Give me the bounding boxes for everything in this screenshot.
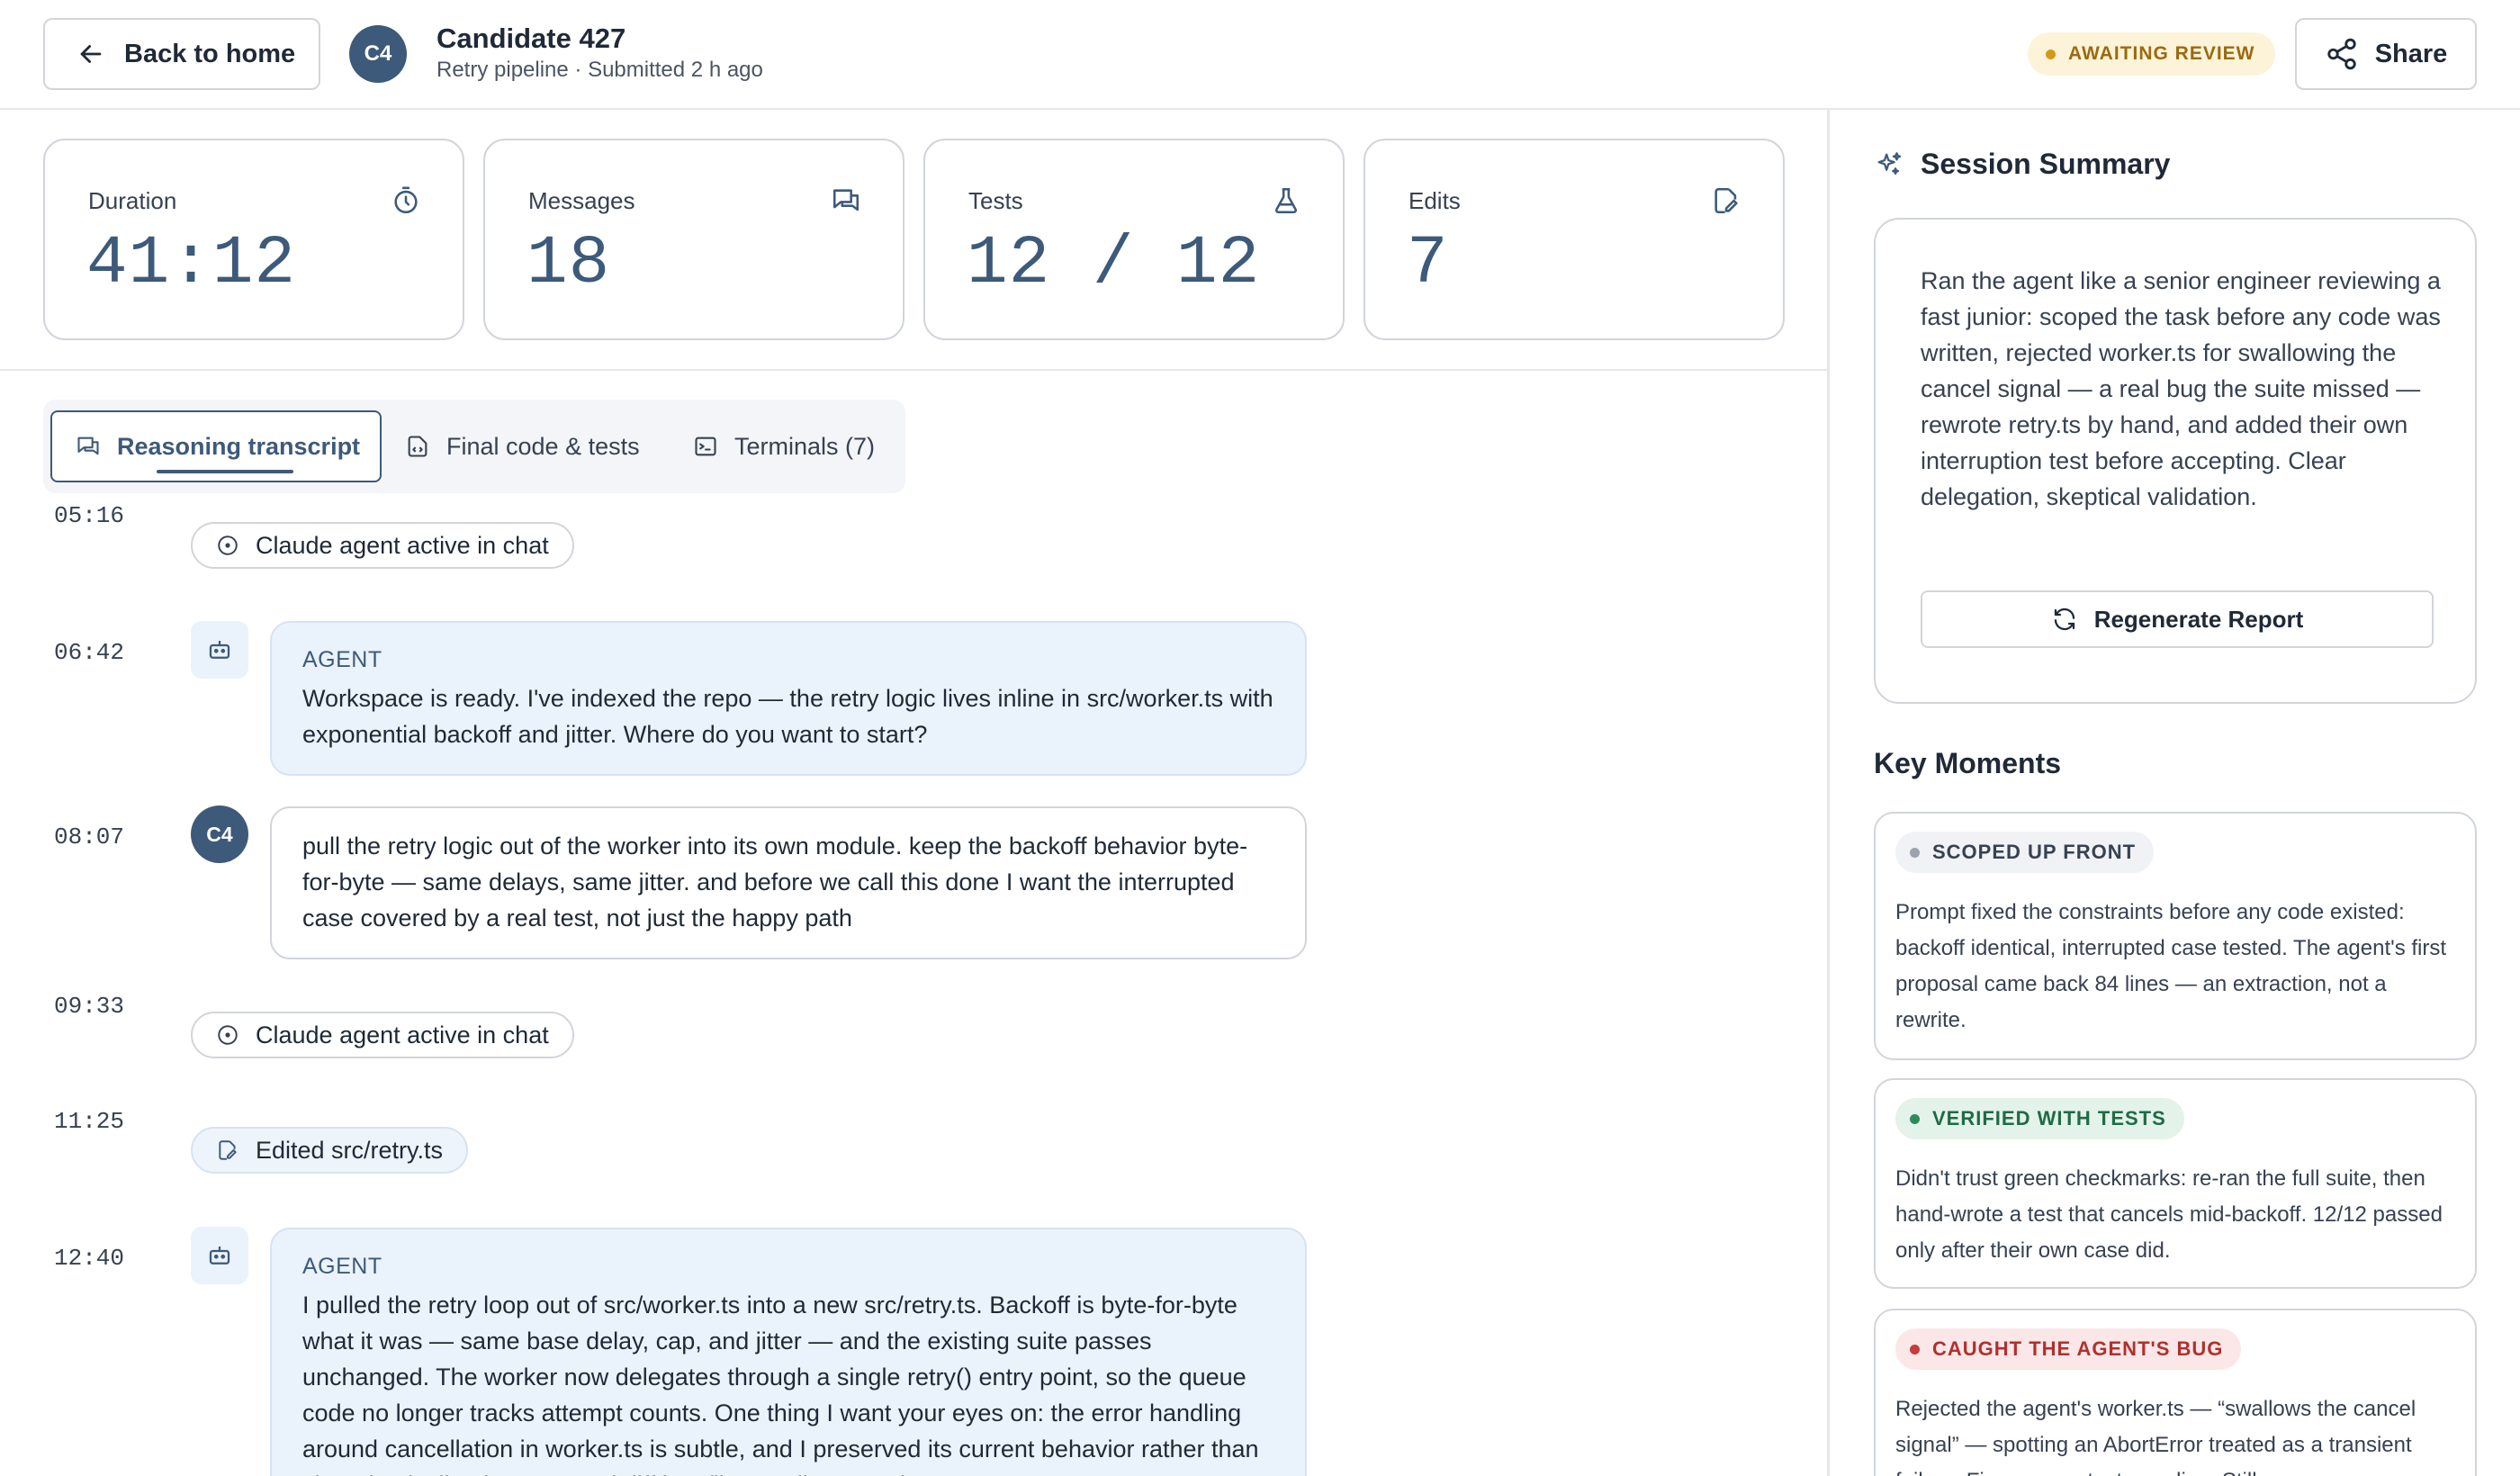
share-button[interactable]: Share [2295, 18, 2477, 90]
status-badge: AWAITING REVIEW [2028, 32, 2275, 76]
stat-value: 12 / 12 [967, 225, 1261, 302]
stat-label: Messages [528, 187, 635, 214]
badge-dot-icon [1910, 1113, 1920, 1124]
moment-text: Rejected the agent's worker.ts — “swallo… [1895, 1397, 2416, 1476]
share-icon [2327, 38, 2356, 70]
user-avatar: C4 [191, 806, 248, 863]
tab-label: Terminals (7) [734, 432, 876, 460]
robot-icon [209, 641, 230, 659]
moment-badge-label: CAUGHT THE AGENT'S BUG [1932, 1337, 2224, 1360]
stat-value: 18 [526, 225, 611, 302]
tab-label: Reasoning transcript [117, 432, 361, 460]
stat-label: Duration [88, 187, 177, 214]
message-author: AGENT [302, 647, 382, 672]
key-moments-heading: Key Moments [1874, 747, 2062, 779]
message-author: AGENT [302, 1254, 382, 1279]
session-summary-title: Session Summary [1921, 148, 2171, 180]
page-subtitle: Retry pipeline · Submitted 2 h ago [436, 58, 763, 82]
chat-icon [77, 436, 99, 455]
stat-label: Edits [1408, 187, 1461, 214]
summary-card: Ran the agent like a senior engineer rev… [1874, 218, 2477, 704]
robot-icon [209, 1246, 230, 1264]
share-label: Share [2374, 39, 2448, 68]
sparkles-icon [1877, 151, 1902, 175]
back-to-home-button[interactable]: Back to home [43, 18, 320, 90]
moment-badge-label: SCOPED UP FRONT [1932, 841, 2137, 863]
timestamp: 05:16 [54, 502, 125, 529]
key-moment-card: SCOPED UP FRONT Prompt fixed the constra… [1874, 812, 2477, 1060]
moment-badge: CAUGHT THE AGENT'S BUG [1895, 1328, 2242, 1370]
event-text: Claude agent active in chat [256, 1021, 549, 1048]
tab-final-code-tests[interactable]: Final code & tests [405, 410, 640, 482]
candidate-avatar: C4 [349, 25, 407, 83]
refresh-icon [2054, 608, 2074, 631]
active-tab-underline [157, 470, 293, 473]
timestamp: 12:40 [54, 1245, 125, 1272]
back-to-home-label: Back to home [124, 39, 296, 68]
agent-avatar [191, 621, 248, 679]
edit-file-icon [1714, 187, 1738, 214]
status-dot-icon [2046, 49, 2056, 59]
badge-dot-icon [1910, 1344, 1920, 1354]
event-text: Edited src/retry.ts [256, 1136, 444, 1164]
stopwatch-icon [394, 186, 418, 214]
stat-label: Tests [968, 187, 1023, 214]
panel-divider [1827, 110, 1830, 1476]
timestamp: 09:33 [54, 993, 125, 1020]
key-moment-card: CAUGHT THE AGENT'S BUG Rejected the agen… [1874, 1309, 2477, 1476]
stat-card-tests: Tests 12 / 12 [923, 139, 1345, 340]
regenerate-report-button[interactable]: Regenerate Report [1921, 590, 2434, 648]
tab-label: Final code & tests [446, 432, 640, 460]
stats-divider [0, 369, 1827, 371]
edit-file-icon [219, 1140, 237, 1160]
tab-terminals[interactable]: Terminals (7) [693, 410, 875, 482]
stat-value: 7 [1407, 225, 1449, 302]
badge-dot-icon [1910, 847, 1920, 858]
event-pill: Claude agent active in chat [191, 522, 574, 569]
timestamp: 11:25 [54, 1108, 125, 1135]
clock-icon [218, 536, 238, 555]
agent-message: AGENT Workspace is ready. I've indexed t… [270, 621, 1307, 776]
agent-message: AGENT I pulled the retry loop out of src… [270, 1228, 1307, 1476]
page-title: Candidate 427 [436, 22, 626, 54]
moment-badge-label: VERIFIED WITH TESTS [1932, 1107, 2166, 1130]
message-text: I pulled the retry loop out of src/worke… [302, 1292, 1259, 1476]
moment-text: Prompt fixed the constraints before any … [1895, 900, 2447, 1032]
page-header: Back to home C4 Candidate 427 Retry pipe… [0, 0, 2520, 110]
flask-icon [1274, 187, 1298, 214]
edit-event-pill[interactable]: Edited src/retry.ts [191, 1127, 469, 1174]
code-file-icon [408, 436, 428, 457]
moment-badge: SCOPED UP FRONT [1895, 832, 2155, 873]
session-summary-heading: Session Summary [1874, 148, 2170, 181]
tab-reasoning-transcript[interactable]: Reasoning transcript [50, 410, 382, 482]
timestamp: 08:07 [54, 824, 125, 850]
timestamp: 06:42 [54, 639, 125, 666]
regenerate-report-label: Regenerate Report [2093, 605, 2304, 633]
arrow-left-icon [80, 45, 102, 63]
stat-card-messages: Messages 18 [483, 139, 904, 340]
transcript-tabs: Reasoning transcript Final code & tests … [43, 400, 905, 493]
user-message: pull the retry logic out of the worker i… [270, 806, 1307, 959]
chat-icon [832, 189, 860, 212]
terminal-icon [695, 436, 716, 456]
status-label: AWAITING REVIEW [2068, 43, 2255, 64]
stat-value: 41:12 [86, 225, 297, 302]
agent-avatar [191, 1227, 248, 1284]
event-text: Claude agent active in chat [256, 531, 549, 559]
stat-card-duration: Duration 41:12 [43, 139, 464, 340]
message-text: pull the retry logic out of the worker i… [302, 832, 1248, 932]
moment-text: Didn't trust green checkmarks: re-ran th… [1895, 1166, 2443, 1263]
moment-badge: VERIFIED WITH TESTS [1895, 1098, 2184, 1139]
clock-icon [218, 1025, 238, 1045]
message-text: Workspace is ready. I've indexed the rep… [302, 685, 1274, 748]
summary-text: Ran the agent like a senior engineer rev… [1921, 267, 2441, 510]
stat-card-edits: Edits 7 [1364, 139, 1785, 340]
key-moment-card: VERIFIED WITH TESTS Didn't trust green c… [1874, 1078, 2477, 1289]
event-pill: Claude agent active in chat [191, 1012, 574, 1058]
